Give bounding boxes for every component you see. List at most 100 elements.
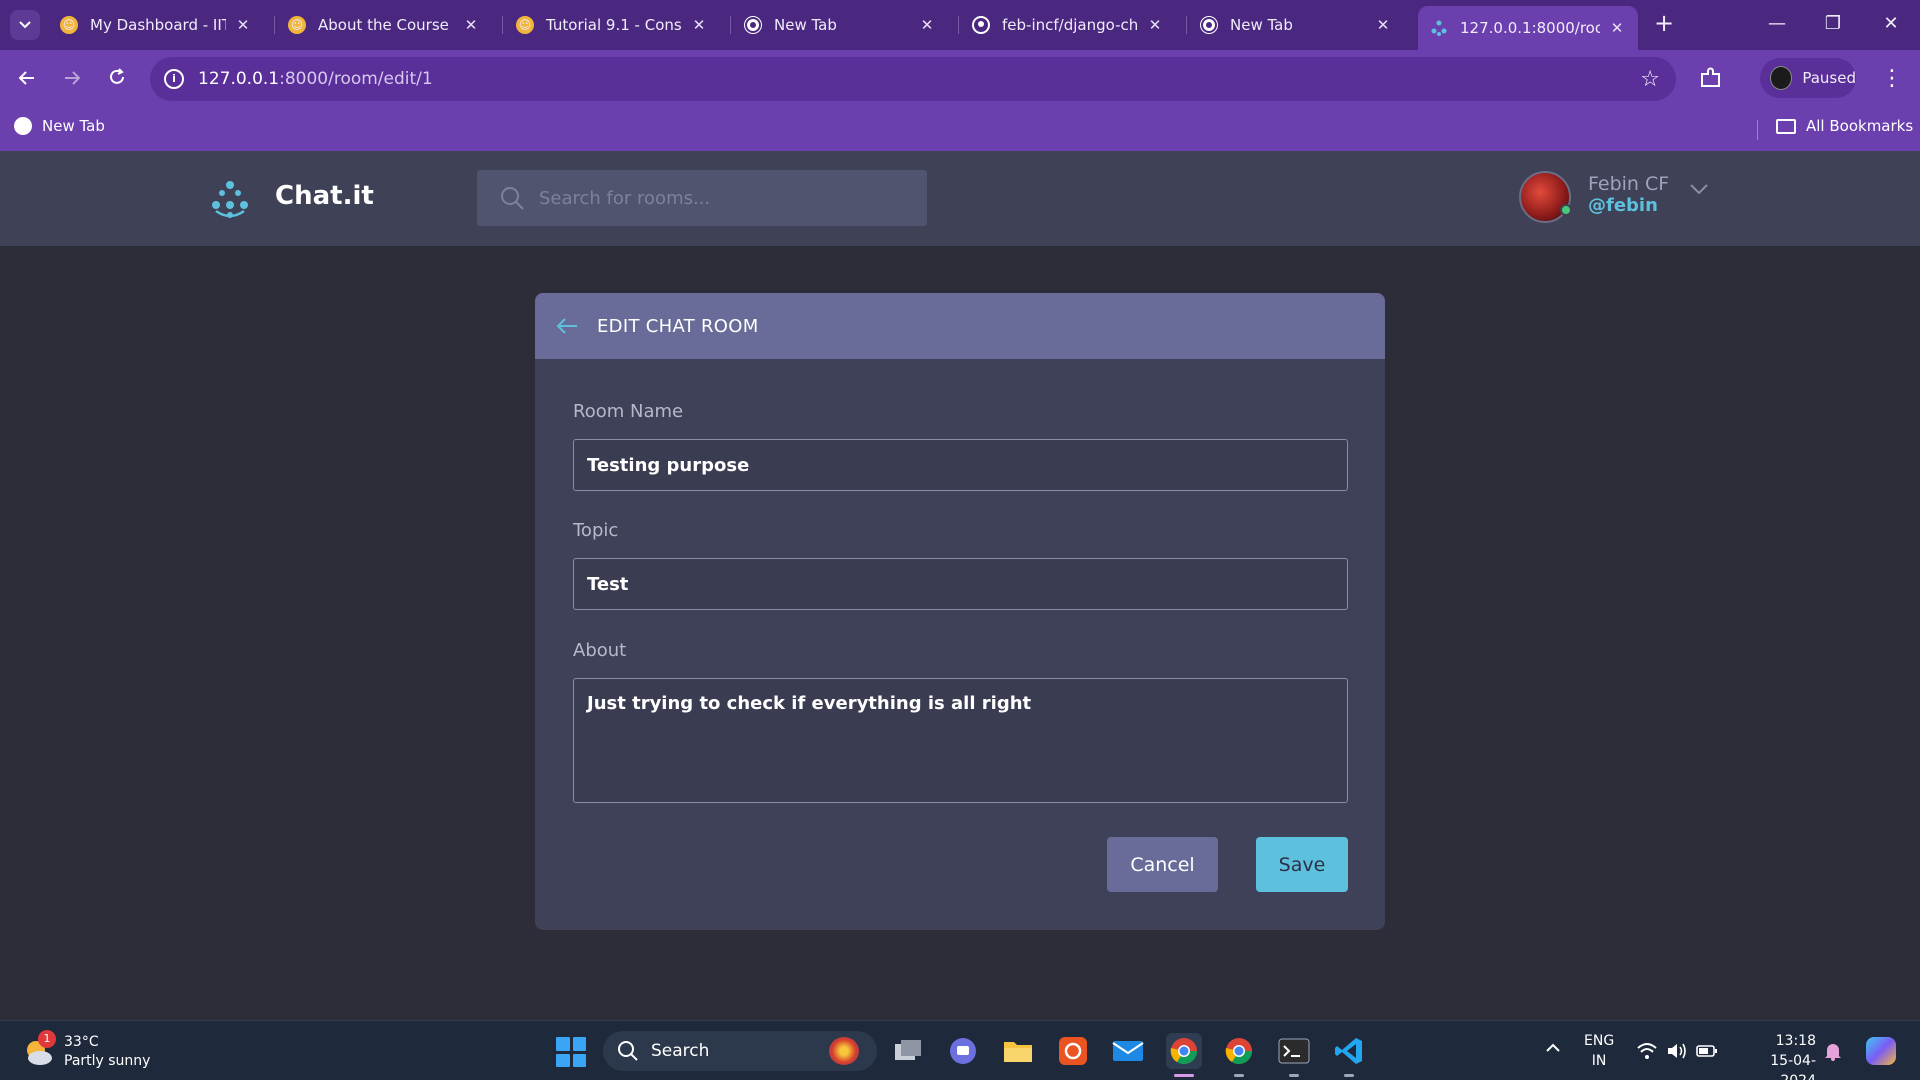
wifi-icon[interactable]: [1636, 1041, 1658, 1061]
chevron-up-icon[interactable]: [1544, 1039, 1562, 1057]
chevron-down-icon[interactable]: [1688, 179, 1710, 199]
vscode-icon[interactable]: [1331, 1033, 1367, 1069]
about-textarea[interactable]: Just trying to check if everything is al…: [573, 678, 1348, 803]
room-name-label: Room Name: [573, 401, 684, 422]
site-info-icon[interactable]: i: [164, 69, 184, 89]
language-indicator[interactable]: ENG IN: [1584, 1031, 1614, 1071]
system-clock[interactable]: 13:18 15-04-2024: [1736, 1031, 1816, 1080]
search-icon: [618, 1041, 638, 1061]
tab-separator: [730, 16, 731, 34]
minimize-button[interactable]: —: [1754, 8, 1800, 40]
online-status-dot: [1560, 204, 1572, 216]
battery-icon[interactable]: [1696, 1041, 1718, 1061]
browser-menu-icon[interactable]: ⋮: [1880, 63, 1904, 95]
topic-label: Topic: [573, 520, 619, 541]
running-app-indicator: [1234, 1074, 1244, 1077]
teams-chat-icon[interactable]: [945, 1033, 981, 1069]
close-tab-icon[interactable]: ✕: [462, 16, 480, 34]
browser-tab-bar: ☺ My Dashboard - IIT M ✕ ☺ About the Cou…: [0, 0, 1920, 50]
close-tab-icon[interactable]: ✕: [234, 16, 252, 34]
search-icon: [501, 187, 524, 210]
bookmark-star-icon[interactable]: ☆: [1640, 67, 1660, 92]
windows-start-button[interactable]: [556, 1037, 586, 1067]
forward-button[interactable]: [56, 63, 88, 95]
browser-tab-3[interactable]: ☺ Tutorial 9.1 - Constra ✕: [504, 7, 720, 43]
reload-icon: [110, 68, 124, 84]
room-name-input[interactable]: [573, 439, 1348, 491]
task-view-icon[interactable]: [890, 1033, 926, 1069]
mail-icon[interactable]: [1110, 1033, 1146, 1069]
file-explorer-icon[interactable]: [1000, 1033, 1036, 1069]
globe-icon: [14, 117, 32, 135]
browser-tab-5[interactable]: feb-incf/django-chat ✕: [960, 7, 1176, 43]
emoji-favicon-icon: ☺: [60, 16, 78, 34]
card-title: EDIT CHAT ROOM: [597, 315, 759, 337]
room-search[interactable]: [477, 170, 927, 226]
taskbar-search[interactable]: Search: [603, 1031, 877, 1071]
running-app-indicator: [1289, 1074, 1299, 1077]
weather-badge: 1: [38, 1030, 56, 1048]
search-highlight-icon: [829, 1037, 859, 1065]
active-app-indicator: [1174, 1074, 1194, 1077]
topic-input[interactable]: [573, 558, 1348, 610]
cancel-button[interactable]: Cancel: [1107, 837, 1218, 892]
profile-avatar: [1770, 66, 1793, 90]
reload-button[interactable]: [101, 63, 133, 95]
browser-tab-2[interactable]: ☺ About the Course :: II ✕: [276, 7, 492, 43]
profile-button[interactable]: Paused: [1760, 58, 1856, 98]
tab-search-button[interactable]: [10, 10, 40, 40]
tab-separator: [502, 16, 503, 34]
volume-icon[interactable]: [1666, 1041, 1688, 1061]
tab-separator: [274, 16, 275, 34]
windows-taskbar: 1 33°C Partly sunny Search ENG IN 13:18 …: [0, 1020, 1920, 1080]
close-window-button[interactable]: ✕: [1868, 8, 1914, 40]
browser-tab-4[interactable]: New Tab ✕: [732, 7, 948, 43]
address-bar[interactable]: i 127.0.0.1:8000/room/edit/1 ☆: [150, 57, 1676, 101]
arrow-left-icon[interactable]: [555, 316, 579, 336]
partly-sunny-icon: 1: [22, 1030, 56, 1068]
close-tab-icon[interactable]: ✕: [690, 16, 708, 34]
save-button[interactable]: Save: [1256, 837, 1348, 892]
arrow-right-icon: [65, 71, 81, 85]
browser-tab-6[interactable]: New Tab ✕: [1188, 7, 1404, 43]
card-header: EDIT CHAT ROOM: [535, 293, 1385, 359]
brand-name[interactable]: Chat.it: [275, 181, 374, 211]
chevron-down-icon: [19, 21, 31, 29]
close-tab-icon[interactable]: ✕: [918, 16, 936, 34]
terminal-icon[interactable]: [1276, 1033, 1312, 1069]
weather-widget[interactable]: 1 33°C Partly sunny: [22, 1030, 150, 1071]
all-bookmarks-button[interactable]: All Bookmarks: [1776, 117, 1913, 135]
notification-bell-icon[interactable]: [1824, 1041, 1842, 1061]
chrome-profile-2-icon[interactable]: [1221, 1033, 1257, 1069]
close-tab-icon[interactable]: ✕: [1608, 19, 1626, 37]
new-tab-button[interactable]: +: [1650, 10, 1678, 38]
close-tab-icon[interactable]: ✕: [1374, 16, 1392, 34]
tab-separator: [958, 16, 959, 34]
weather-temp: 33°C: [64, 1034, 99, 1050]
extensions-puzzle-icon[interactable]: [1696, 64, 1726, 94]
browser-toolbar: i 127.0.0.1:8000/room/edit/1 ☆ Paused ⋮: [0, 50, 1920, 108]
chrome-icon: [1200, 16, 1218, 34]
running-app-indicator: [1344, 1074, 1354, 1077]
chatit-logo-icon[interactable]: [208, 179, 252, 219]
chrome-icon: [744, 16, 762, 34]
close-tab-icon[interactable]: ✕: [1146, 16, 1164, 34]
chrome-profile-1-icon[interactable]: [1166, 1033, 1202, 1069]
chatit-favicon-icon: [1430, 19, 1448, 37]
browser-tab-active[interactable]: 127.0.0.1:8000/room/ ✕: [1418, 6, 1638, 50]
ubuntu-icon[interactable]: [1055, 1033, 1091, 1069]
user-handle[interactable]: @febin: [1588, 195, 1658, 216]
copilot-icon[interactable]: [1866, 1037, 1896, 1065]
user-name[interactable]: Febin CF: [1588, 173, 1669, 195]
bookmark-new-tab[interactable]: New Tab: [14, 117, 105, 135]
back-button[interactable]: [11, 63, 43, 95]
search-input[interactable]: [539, 187, 919, 209]
restore-button[interactable]: ❐: [1810, 8, 1856, 40]
bookmarks-separator: [1757, 120, 1758, 140]
folder-icon: [1776, 118, 1796, 134]
tab-separator: [1186, 16, 1187, 34]
app-header: Chat.it Febin CF @febin: [0, 151, 1920, 246]
url-text[interactable]: 127.0.0.1:8000/room/edit/1: [198, 69, 433, 89]
browser-tab-1[interactable]: ☺ My Dashboard - IIT M ✕: [48, 7, 264, 43]
emoji-favicon-icon: ☺: [516, 16, 534, 34]
